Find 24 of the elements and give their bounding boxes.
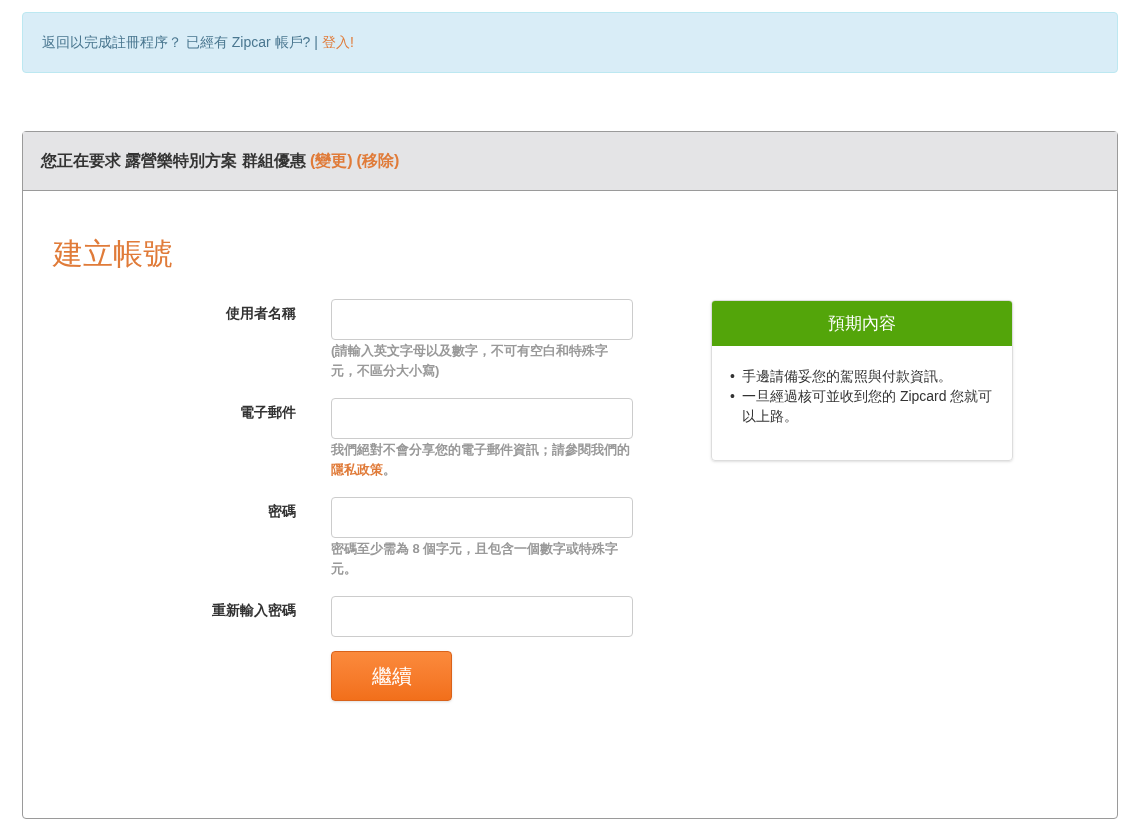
bullet: •: [730, 387, 736, 406]
continue-button[interactable]: 繼續: [331, 651, 452, 701]
field-hint: 我們絕對不會分享您的電子郵件資訊；請參閱我們的 隱私政策。: [331, 441, 631, 479]
field-label: 電子郵件: [239, 403, 296, 422]
input-field[interactable]: [331, 497, 633, 538]
field-hint: (請輸入英文字母以及數字，不可有空白和特殊字元，不區分大小寫): [331, 342, 610, 380]
input-field[interactable]: [331, 398, 633, 439]
header-link[interactable]: (變更): [309, 149, 353, 173]
privacy-link[interactable]: 隱私政策: [331, 462, 383, 477]
field-hint: 密碼至少需為 8 個字元，且包含一個數字或特殊字元。: [331, 540, 620, 578]
info-text: 一旦經過核可並收到您的 Zipcard 您就可以上路。: [742, 387, 994, 426]
field-label: 密碼: [267, 502, 296, 521]
field-label: 重新輸入密碼: [211, 601, 296, 620]
offer-text: 您正在要求 露營樂特別方案 群組優惠: [41, 151, 306, 171]
input-field[interactable]: [331, 299, 633, 340]
header-link[interactable]: (移除): [356, 149, 400, 173]
notice-text: 返回以完成註冊程序？ 已經有 Zipcar 帳戶? |: [42, 33, 318, 52]
input-field[interactable]: [331, 596, 633, 637]
info-text: 手邊請備妥您的駕照與付款資訊。: [742, 367, 952, 386]
info-card-title: 預期內容: [712, 301, 1012, 346]
login-link[interactable]: 登入!: [321, 32, 354, 53]
page-title: 建立帳號: [53, 239, 174, 269]
bullet: •: [730, 367, 736, 386]
field-label: 使用者名稱: [225, 304, 296, 323]
